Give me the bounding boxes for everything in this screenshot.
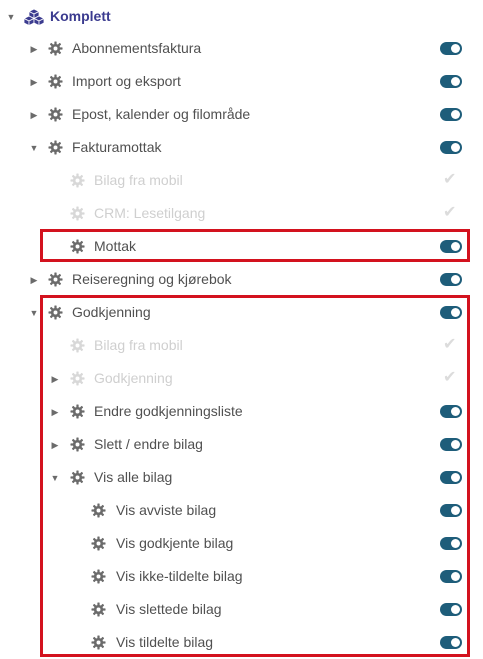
permission-toggle[interactable] — [440, 438, 462, 451]
gear-icon — [69, 205, 85, 221]
tree-row-label: Godkjenning — [72, 304, 151, 320]
tree-row-label: Vis ikke-tildelte bilag — [116, 568, 243, 584]
permission-toggle[interactable] — [440, 636, 462, 649]
caret-down-icon[interactable]: ▼ — [6, 12, 16, 22]
gear-icon — [47, 73, 63, 89]
tree-row-label: Endre godkjenningsliste — [94, 403, 243, 419]
tree-row[interactable]: Vis godkjente bilag — [0, 527, 483, 560]
tree-row-label: Vis slettede bilag — [116, 601, 222, 617]
permission-toggle[interactable] — [440, 306, 462, 319]
tree-row[interactable]: Vis ikke-tildelte bilag — [0, 560, 483, 593]
caret-right-icon[interactable]: ▶ — [50, 374, 60, 384]
gear-icon — [69, 370, 85, 386]
tree-row[interactable]: ▶ Import og eksport — [0, 65, 483, 98]
tree-row-label: Mottak — [94, 238, 137, 254]
gear-icon — [47, 271, 63, 287]
permission-toggle[interactable] — [440, 504, 462, 517]
permission-toggle[interactable] — [440, 537, 462, 550]
gear-icon — [69, 172, 85, 188]
gear-icon — [90, 502, 106, 518]
root-label[interactable]: Komplett — [50, 8, 111, 25]
tree-row-label: Abonnementsfaktura — [72, 40, 202, 56]
tree-row[interactable]: ▶ Reiseregning og kjørebok — [0, 263, 483, 296]
check-icon: ✔ — [443, 369, 457, 386]
gear-icon — [47, 106, 63, 122]
tree-row[interactable]: ▶ Slett / endre bilag — [0, 428, 483, 461]
tree-row[interactable]: ▶ Abonnementsfaktura — [0, 32, 483, 65]
caret-down-icon[interactable]: ▼ — [29, 308, 39, 318]
tree-row-label: Bilag fra mobil — [94, 337, 183, 353]
check-icon: ✔ — [443, 204, 457, 221]
gear-icon — [90, 634, 106, 650]
tree-row[interactable]: ▼ Godkjenning — [0, 296, 483, 329]
permission-toggle[interactable] — [440, 108, 462, 121]
tree-row-label: Fakturamottak — [72, 139, 162, 155]
caret-right-icon[interactable]: ▶ — [29, 44, 39, 54]
tree-row[interactable]: Vis tildelte bilag — [0, 626, 483, 659]
tree-row[interactable]: ▼ Vis alle bilag — [0, 461, 483, 494]
check-icon: ✔ — [443, 336, 457, 353]
tree-row-label: Vis avviste bilag — [116, 502, 217, 518]
tree-row-label: Vis godkjente bilag — [116, 535, 234, 551]
tree-row[interactable]: Bilag fra mobil ✔ — [0, 329, 483, 362]
caret-right-icon[interactable]: ▶ — [29, 110, 39, 120]
check-icon: ✔ — [443, 171, 457, 188]
gear-icon — [69, 436, 85, 452]
tree-row[interactable]: Vis avviste bilag — [0, 494, 483, 527]
permission-toggle[interactable] — [440, 240, 462, 253]
tree-row[interactable]: Mottak — [0, 230, 483, 263]
caret-right-icon[interactable]: ▶ — [29, 77, 39, 87]
caret-down-icon[interactable]: ▼ — [29, 143, 39, 153]
caret-right-icon[interactable]: ▶ — [50, 440, 60, 450]
permission-toggle[interactable] — [440, 75, 462, 88]
tree-row-label: Import og eksport — [72, 73, 181, 89]
gear-icon — [47, 40, 63, 56]
tree-row[interactable]: ▶ Epost, kalender og filområde — [0, 98, 483, 131]
gear-icon — [69, 403, 85, 419]
permission-toggle[interactable] — [440, 603, 462, 616]
gear-icon — [90, 601, 106, 617]
gear-icon — [69, 337, 85, 353]
tree-row[interactable]: Vis slettede bilag — [0, 593, 483, 626]
tree-row[interactable]: Bilag fra mobil ✔ — [0, 164, 483, 197]
gear-icon — [90, 535, 106, 551]
tree-row-label: Epost, kalender og filområde — [72, 106, 251, 122]
cubes-icon — [23, 8, 45, 27]
tree-row-label: Bilag fra mobil — [94, 172, 183, 188]
caret-right-icon[interactable]: ▶ — [29, 275, 39, 285]
tree-row-label: Vis tildelte bilag — [116, 634, 214, 650]
gear-icon — [90, 568, 106, 584]
tree-row-label: CRM: Lesetilgang — [94, 205, 206, 221]
gear-icon — [47, 304, 63, 320]
tree-row[interactable]: ▼ Fakturamottak — [0, 131, 483, 164]
tree-row-label: Godkjenning — [94, 370, 173, 386]
tree-row-label: Reiseregning og kjørebok — [72, 271, 232, 287]
permission-toggle[interactable] — [440, 273, 462, 286]
permission-toggle[interactable] — [440, 42, 462, 55]
permission-toggle[interactable] — [440, 405, 462, 418]
permission-toggle[interactable] — [440, 141, 462, 154]
caret-right-icon[interactable]: ▶ — [50, 407, 60, 417]
gear-icon — [69, 238, 85, 254]
tree-row-label: Vis alle bilag — [94, 469, 173, 485]
tree-row[interactable]: ▶ Godkjenning ✔ — [0, 362, 483, 395]
permission-toggle[interactable] — [440, 471, 462, 484]
gear-icon — [47, 139, 63, 155]
tree-row[interactable]: ▶ Endre godkjenningsliste — [0, 395, 483, 428]
tree-row[interactable]: CRM: Lesetilgang ✔ — [0, 197, 483, 230]
caret-down-icon[interactable]: ▼ — [50, 473, 60, 483]
gear-icon — [69, 469, 85, 485]
permission-toggle[interactable] — [440, 570, 462, 583]
tree-row-label: Slett / endre bilag — [94, 436, 203, 452]
